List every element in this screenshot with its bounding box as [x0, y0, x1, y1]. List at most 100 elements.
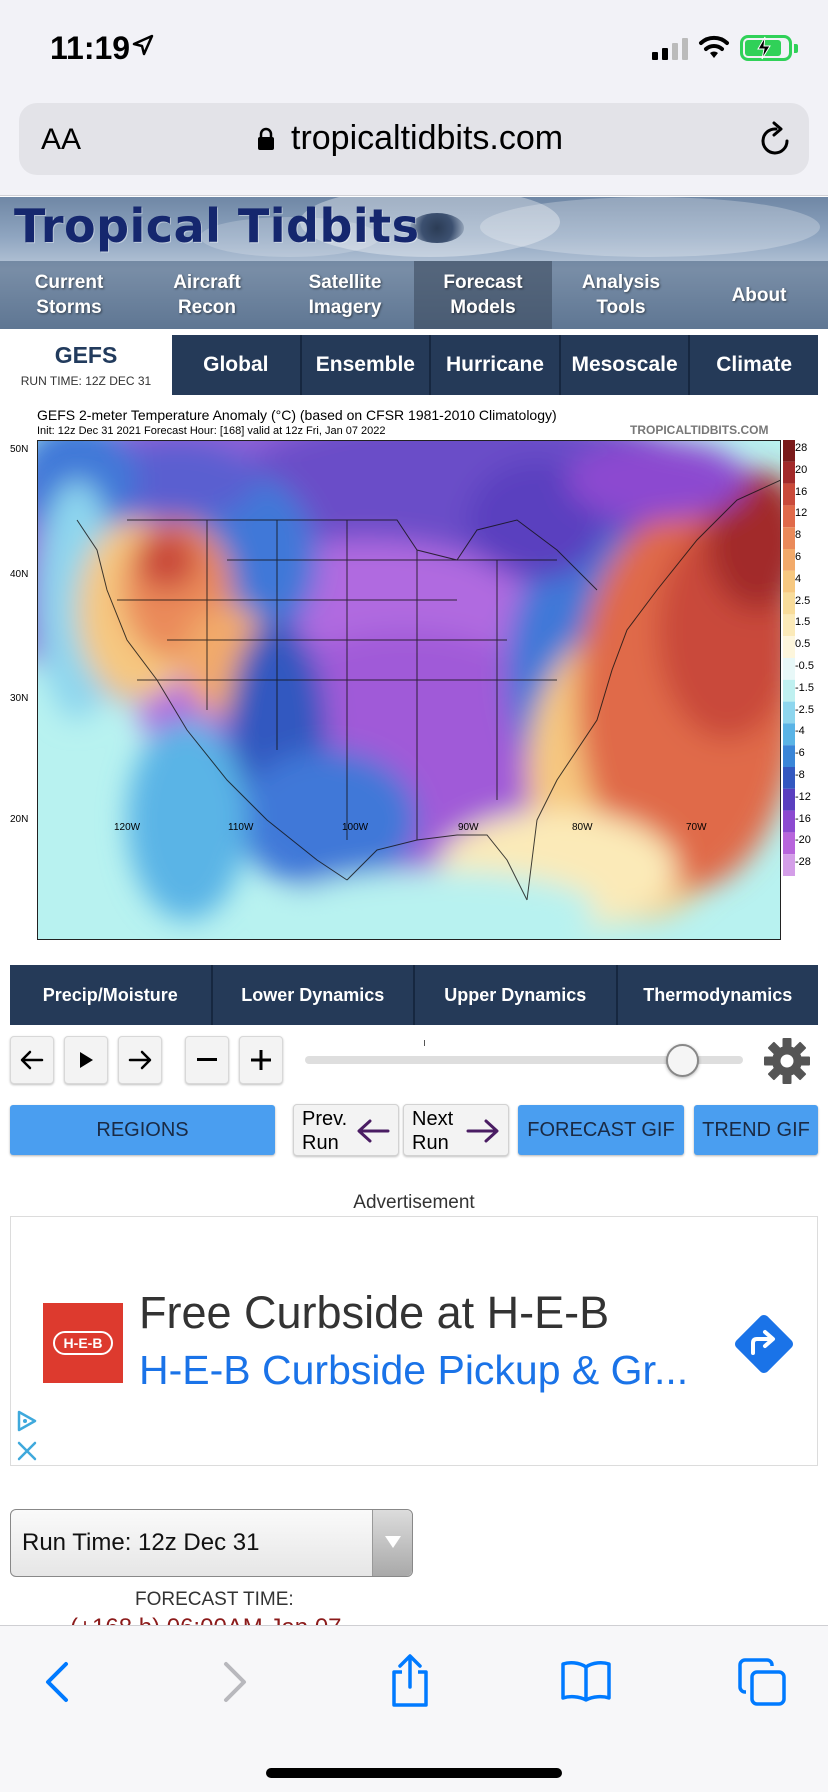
clock: 11:19 [50, 30, 131, 66]
tab-global[interactable]: Global [172, 335, 300, 395]
lat-label: 50N [10, 444, 29, 455]
legend-swatch [783, 810, 795, 833]
legend-label: 1.5 [795, 616, 811, 629]
legend-swatch [783, 614, 795, 637]
legend-label: 28 [795, 442, 808, 454]
legend-colorbar [783, 440, 795, 876]
legend-swatch [783, 745, 795, 767]
next-run-label: Next Run [412, 1108, 454, 1154]
legend-label: -4 [795, 725, 805, 738]
reload-icon[interactable] [759, 121, 793, 157]
run-time-select[interactable]: Run Time: 12z Dec 31 [10, 1509, 413, 1577]
address-bar[interactable]: AA tropicaltidbits.com [19, 103, 809, 175]
nav-aircraft-recon[interactable]: Aircraft Recon [138, 261, 276, 329]
legend-label: -12 [795, 790, 811, 803]
map-title: GEFS 2-meter Temperature Anomaly (°C) (b… [37, 407, 557, 423]
dropdown-button[interactable] [372, 1510, 412, 1576]
nav-current-storms[interactable]: Current Storms [0, 261, 138, 329]
step-back-button[interactable] [10, 1036, 54, 1084]
tab-hurricane[interactable]: Hurricane [429, 335, 559, 395]
aa-label: AA [41, 123, 82, 156]
back-icon[interactable] [44, 1661, 70, 1703]
browser-toolbar [0, 1625, 828, 1792]
legend-swatch [783, 636, 795, 658]
tab-thermodynamics[interactable]: Thermodynamics [615, 965, 819, 1025]
location-arrow-icon [132, 34, 154, 56]
arrow-left-icon [357, 1119, 390, 1143]
tab-lower-dynamics[interactable]: Lower Dynamics [210, 965, 414, 1025]
legend-label: 6 [795, 551, 802, 563]
cellular-signal-icon [652, 38, 688, 60]
nav-analysis-tools[interactable]: Analysis Tools [552, 261, 690, 329]
tab-upper-dynamics[interactable]: Upper Dynamics [413, 965, 616, 1025]
model-info: GEFS RUN TIME: 12Z DEC 31 [0, 333, 172, 397]
step-forward-button[interactable] [118, 1036, 162, 1084]
wifi-icon [699, 35, 729, 58]
tabs-icon[interactable] [738, 1658, 786, 1706]
lon-label: 80W [572, 822, 593, 833]
ad-headline[interactable]: Free Curbside at H-E-B [139, 1287, 609, 1339]
lon-label: 110W [228, 822, 254, 833]
play-icon [80, 1052, 93, 1068]
nav-forecast-models[interactable]: Forecast Models [414, 261, 552, 329]
lat-label: 30N [10, 693, 29, 704]
legend-label: -6 [795, 747, 805, 760]
legend-swatch [783, 832, 795, 855]
category-tabs: Precip/Moisture Lower Dynamics Upper Dyn… [10, 965, 818, 1025]
reader-settings-button[interactable]: AA [41, 123, 81, 157]
forecast-gif-button[interactable]: FORECAST GIF [518, 1105, 684, 1155]
page: 11:19 AA tropicaltidbits.com Tropical Ti… [0, 0, 828, 1792]
lon-label: 90W [458, 822, 479, 833]
gear-icon[interactable] [762, 1036, 812, 1086]
ad-subline[interactable]: H-E-B Curbside Pickup & Gr... [139, 1347, 709, 1394]
tab-precip-moisture[interactable]: Precip/Moisture [10, 965, 211, 1025]
legend-swatch [783, 461, 795, 484]
legend-label: -2.5 [795, 703, 814, 716]
tab-mesoscale[interactable]: Mesoscale [558, 335, 689, 395]
slider-handle[interactable] [665, 1044, 699, 1077]
legend-swatch [783, 788, 795, 811]
arrow-right-icon [128, 1050, 152, 1070]
legend-label: -28 [795, 856, 811, 869]
trend-gif-button[interactable]: TREND GIF [694, 1105, 818, 1155]
forecast-time-label: FORECAST TIME: [135, 1589, 294, 1610]
share-icon[interactable] [388, 1654, 432, 1708]
site-logo[interactable]: Tropical Tidbits [14, 199, 420, 253]
map-subtitle: Init: 12z Dec 31 2021 Forecast Hour: [16… [37, 425, 386, 437]
heb-logo[interactable]: H-E-B [43, 1303, 123, 1383]
next-run-button[interactable]: Next Run [403, 1104, 509, 1156]
map-credit: TROPICALTIDBITS.COM [630, 423, 769, 437]
regions-button[interactable]: REGIONS [10, 1105, 275, 1155]
minus-icon [197, 1058, 217, 1061]
legend-swatch [783, 440, 795, 462]
forecast-map-panel: GEFS 2-meter Temperature Anomaly (°C) (b… [8, 404, 814, 944]
bookmarks-icon[interactable] [561, 1660, 611, 1702]
zoom-in-button[interactable] [239, 1036, 283, 1084]
forward-icon[interactable] [222, 1661, 248, 1703]
nav-about[interactable]: About [690, 261, 828, 329]
prev-run-button[interactable]: Prev. Run [293, 1104, 399, 1156]
tab-climate[interactable]: Climate [688, 335, 818, 395]
zoom-out-button[interactable] [185, 1036, 229, 1084]
directions-icon[interactable] [729, 1309, 799, 1379]
nav-satellite-imagery[interactable]: Satellite Imagery [276, 261, 414, 329]
tab-ensemble[interactable]: Ensemble [299, 335, 430, 395]
legend-label: 12 [795, 507, 808, 520]
model-run-time: RUN TIME: 12Z DEC 31 [20, 374, 152, 388]
legend-label: -0.5 [795, 660, 814, 672]
play-button[interactable] [64, 1036, 108, 1084]
chevron-down-icon [385, 1536, 401, 1548]
browser-url-area: AA tropicaltidbits.com [0, 98, 828, 196]
close-icon[interactable] [15, 1439, 39, 1463]
legend-label: -1.5 [795, 681, 814, 694]
ad-banner[interactable]: H-E-B Free Curbside at H-E-B H-E-B Curbs… [10, 1216, 818, 1466]
model-name: GEFS [54, 342, 118, 368]
lon-label: 120W [114, 822, 141, 833]
ad-choices-icon[interactable] [15, 1409, 39, 1433]
legend-swatch [783, 483, 795, 506]
legend-swatch [783, 527, 795, 549]
legend-label: 0.5 [795, 638, 811, 651]
legend-label: 2.5 [795, 594, 811, 607]
site-header: Tropical Tidbits Current Storms Aircraft… [0, 197, 828, 329]
legend-swatch [783, 767, 795, 789]
